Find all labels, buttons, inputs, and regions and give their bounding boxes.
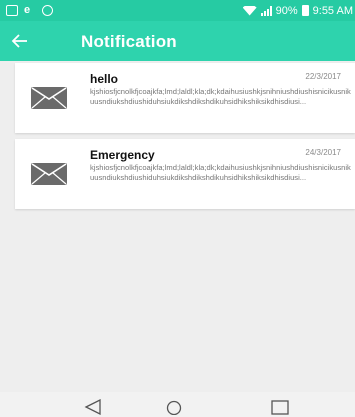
- app-bar: Notification: [0, 21, 355, 61]
- nav-home-icon: [166, 400, 182, 416]
- page-title: Notification: [81, 32, 177, 51]
- nav-back-icon: [84, 398, 101, 416]
- arrow-left-icon: [11, 34, 27, 48]
- notification-date: 22/3/2017: [305, 72, 341, 81]
- status-time: 9:55 AM: [312, 4, 353, 17]
- system-nav-bar: [0, 392, 355, 417]
- notification-title: hello: [90, 72, 119, 86]
- battery-percent: 90%: [275, 4, 298, 17]
- nav-home-button[interactable]: [162, 399, 186, 416]
- nav-recents-icon: [271, 400, 289, 415]
- notification-card[interactable]: hello 22/3/2017 kjshiosfjcnolkfjcoajkfa;…: [15, 63, 355, 133]
- notification-title: Emergency: [90, 148, 155, 162]
- notification-body: kjshiosfjcnolkfjcoajkfa;lmd;laldl;kla;dk…: [90, 87, 351, 106]
- e-icon: e: [24, 4, 31, 16]
- nav-back-button[interactable]: [82, 398, 106, 416]
- check-circle-icon: [42, 5, 53, 16]
- status-bar: e 90% 9:55 AM: [0, 0, 355, 21]
- image-icon: [6, 5, 18, 16]
- status-bar-left: e: [0, 5, 53, 16]
- wifi-icon: [242, 5, 257, 16]
- notification-date: 24/3/2017: [305, 148, 341, 157]
- back-button[interactable]: [6, 27, 34, 55]
- signal-icon: [260, 5, 272, 16]
- envelope-icon: [31, 87, 67, 109]
- envelope-icon: [31, 163, 67, 185]
- battery-icon: [301, 5, 309, 16]
- notification-card[interactable]: Emergency 24/3/2017 kjshiosfjcnolkfjcoaj…: [15, 139, 355, 209]
- notification-body: kjshiosfjcnolkfjcoajkfa;lmd;laldl;kla;dk…: [90, 163, 351, 182]
- status-bar-right: 90% 9:55 AM: [242, 0, 355, 21]
- nav-recents-button[interactable]: [268, 399, 292, 415]
